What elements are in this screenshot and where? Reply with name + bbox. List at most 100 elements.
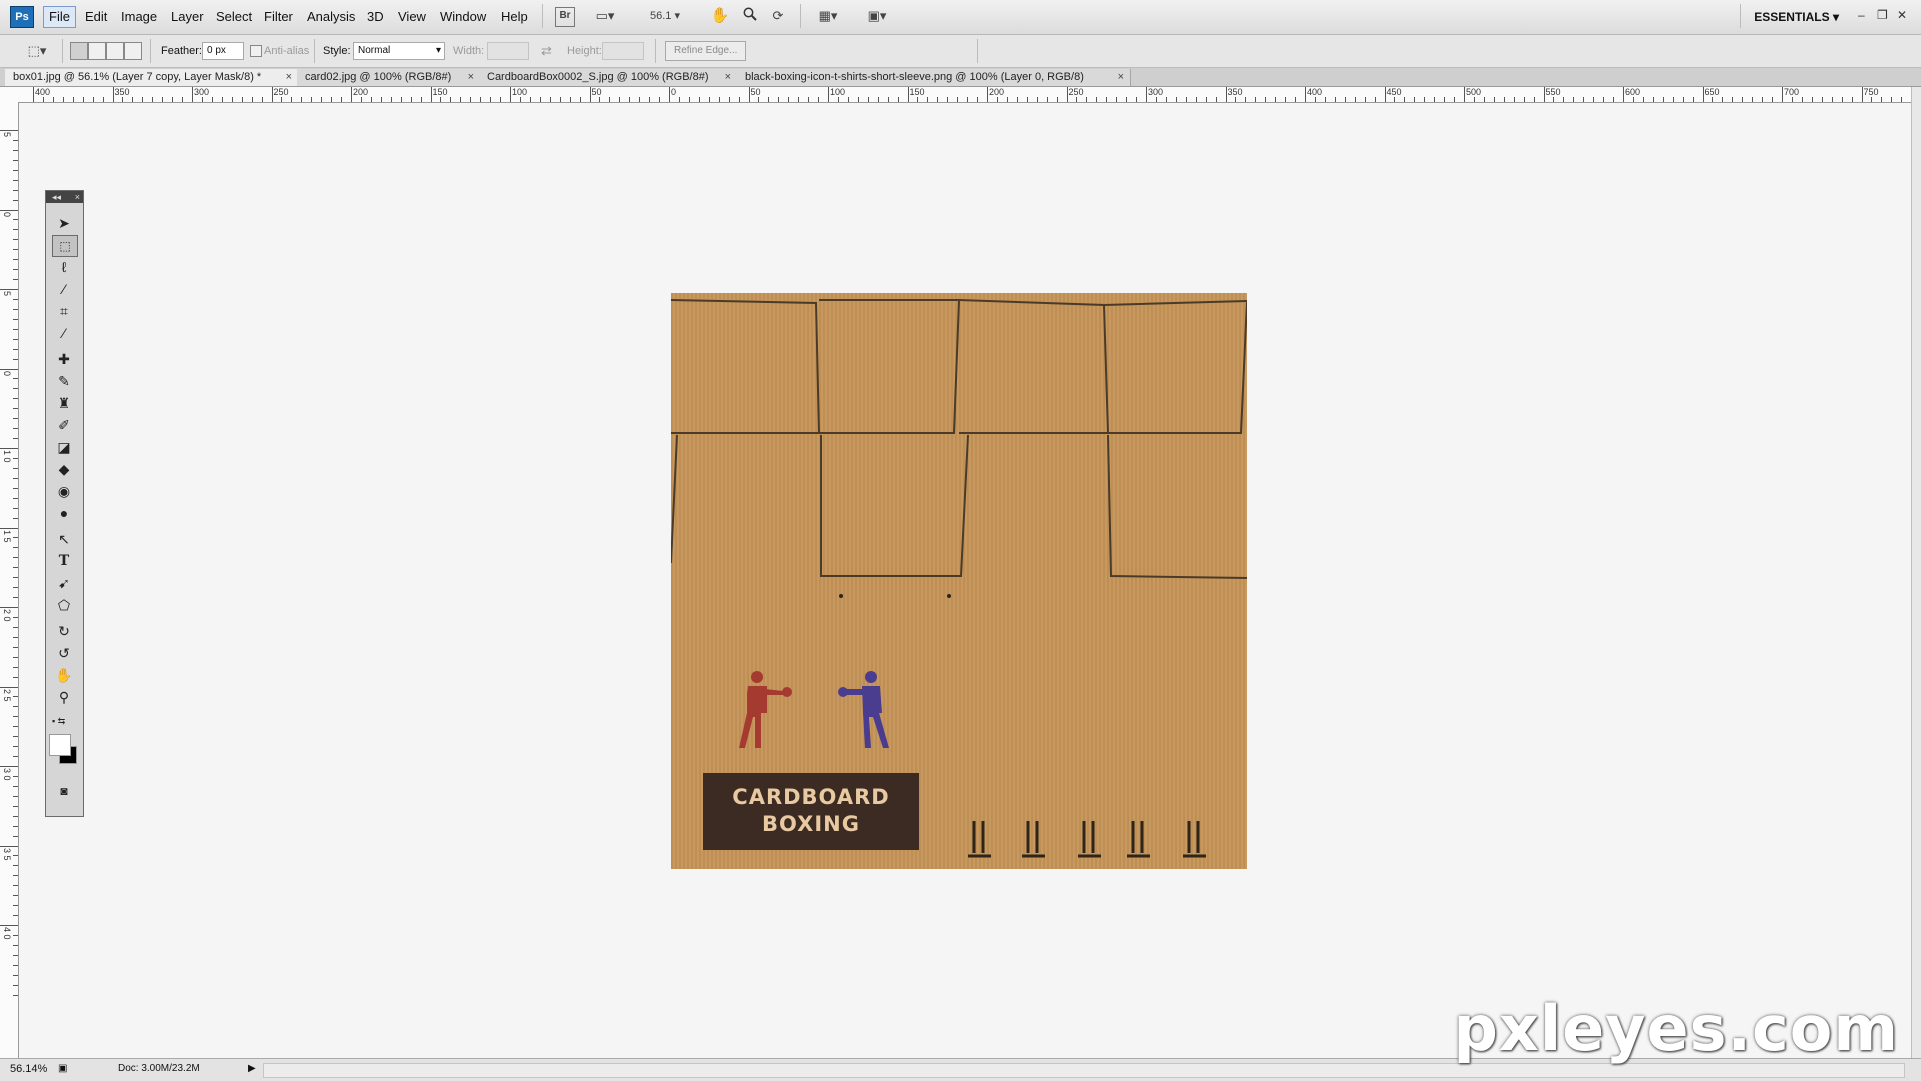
- minimize-icon[interactable]: –: [1858, 8, 1865, 22]
- vertical-ruler[interactable]: 5 0 5 0 1 0 1 5 2 0 2 5 3 0 3 5 4 0: [0, 102, 19, 1058]
- horizontal-scrollbar[interactable]: [263, 1063, 1905, 1078]
- workspace-switcher[interactable]: ESSENTIALS ▾: [1754, 10, 1839, 24]
- brush-tool-icon[interactable]: ✎: [52, 371, 76, 391]
- close-icon[interactable]: ×: [468, 69, 474, 86]
- subtract-selection-icon[interactable]: [106, 42, 124, 60]
- add-selection-icon[interactable]: [88, 42, 106, 60]
- ruler-minor-tick: [549, 97, 551, 102]
- 3d-orbit-tool-icon[interactable]: ↺: [52, 643, 76, 663]
- ruler-minor-tick: [1344, 97, 1346, 102]
- ruler-tick: [1305, 87, 1306, 102]
- collapse-icon[interactable]: ◂◂: [52, 192, 61, 202]
- dodge-tool-icon[interactable]: ●: [52, 503, 76, 523]
- ruler-minor-tick: [13, 656, 18, 658]
- foreground-color-swatch-top[interactable]: [49, 734, 71, 756]
- options-bar: ⬚▾ Feather: 0 px Anti-alias Style: Norma…: [0, 35, 1921, 68]
- menu-view[interactable]: View: [398, 9, 426, 24]
- screen-layout-icon[interactable]: ▭▾: [590, 7, 620, 25]
- close-icon[interactable]: ×: [725, 69, 731, 86]
- eyedropper-tool-icon[interactable]: ⁄: [52, 323, 76, 343]
- menu-file[interactable]: File: [43, 6, 76, 28]
- ruler-label: 2 0: [2, 609, 12, 622]
- menu-help[interactable]: Help: [501, 9, 528, 24]
- swap-icon[interactable]: ⇄: [541, 43, 552, 59]
- ruler-label: 0: [671, 87, 677, 97]
- bridge-icon[interactable]: Br: [555, 7, 575, 27]
- paint-bucket-tool-icon[interactable]: ◆: [52, 459, 76, 479]
- ruler-tick: [0, 686, 18, 688]
- rotate-view-icon[interactable]: ⟳: [768, 7, 788, 25]
- hand-tool-icon[interactable]: ✋: [52, 665, 76, 685]
- magic-wand-tool-icon[interactable]: ⁄: [52, 279, 76, 299]
- horizontal-ruler[interactable]: 400 350 300 250 200 150 100 50 0 50 100 150 200 250 30…: [18, 87, 1912, 103]
- ruler-minor-tick: [1881, 97, 1883, 102]
- crop-tool-icon[interactable]: ⌗: [52, 301, 76, 321]
- menu-image[interactable]: Image: [121, 9, 157, 24]
- 3d-rotate-tool-icon[interactable]: ↻: [52, 621, 76, 641]
- ruler-minor-tick: [281, 97, 283, 102]
- status-menu-arrow-icon[interactable]: ▶: [248, 1063, 256, 1074]
- style-select[interactable]: Normal ▾: [353, 42, 445, 60]
- quick-mask-icon[interactable]: ◙: [52, 781, 76, 801]
- move-tool-icon[interactable]: ➤: [52, 213, 76, 233]
- feather-input[interactable]: 0 px: [202, 42, 244, 60]
- ruler-minor-tick: [996, 97, 998, 102]
- ruler-label: 400: [1307, 87, 1323, 97]
- tab-boxing-icon[interactable]: black-boxing-icon-t-shirts-short-sleeve.…: [737, 69, 1131, 86]
- ruler-label: 300: [194, 87, 210, 97]
- height-input[interactable]: [602, 42, 644, 60]
- menu-layer[interactable]: Layer: [171, 9, 204, 24]
- zoom-tool-icon[interactable]: ⚲: [52, 687, 76, 707]
- menu-window[interactable]: Window: [440, 9, 486, 24]
- healing-brush-tool-icon[interactable]: ✚: [52, 349, 76, 369]
- new-selection-icon[interactable]: [70, 42, 88, 60]
- ruler-minor-tick: [13, 179, 18, 181]
- tools-panel-header[interactable]: ◂◂ ×: [46, 191, 83, 203]
- menu-edit[interactable]: Edit: [85, 9, 107, 24]
- ruler-origin[interactable]: [0, 87, 19, 103]
- zoom-readout[interactable]: 56.14%: [10, 1063, 47, 1075]
- eraser-tool-icon[interactable]: ◪: [52, 437, 76, 457]
- refine-edge-button[interactable]: Refine Edge...: [665, 41, 747, 61]
- antialias-checkbox[interactable]: [250, 45, 262, 57]
- ruler-minor-tick: [13, 279, 18, 281]
- info-icon[interactable]: ▣: [58, 1063, 67, 1074]
- menu-3d[interactable]: 3D: [367, 9, 384, 24]
- width-input[interactable]: [487, 42, 529, 60]
- menu-analysis[interactable]: Analysis: [307, 9, 355, 24]
- tab-card02[interactable]: card02.jpg @ 100% (RGB/8#) ×: [297, 69, 481, 86]
- tab-cardboardbox[interactable]: CardboardBox0002_S.jpg @ 100% (RGB/8#) ×: [479, 69, 738, 86]
- type-tool-icon[interactable]: T: [52, 551, 76, 571]
- marquee-preset-icon[interactable]: ⬚▾: [20, 42, 54, 60]
- clone-stamp-tool-icon[interactable]: ♜: [52, 393, 76, 413]
- default-colors-icon[interactable]: ▪ ⇆: [52, 711, 76, 731]
- ruler-minor-tick: [52, 97, 54, 102]
- restore-icon[interactable]: ❐: [1877, 8, 1888, 22]
- zoom-icon[interactable]: [740, 7, 760, 25]
- zoom-level-dropdown[interactable]: 56.1 ▾: [645, 7, 685, 25]
- intersect-selection-icon[interactable]: [124, 42, 142, 60]
- ruler-minor-tick: [13, 497, 18, 499]
- menu-select[interactable]: Select: [216, 9, 252, 24]
- ruler-minor-tick: [221, 97, 223, 102]
- path-selection-tool-icon[interactable]: ↖: [52, 529, 76, 549]
- arrange-documents-icon[interactable]: ▦▾: [812, 7, 844, 25]
- close-icon[interactable]: ×: [1118, 69, 1124, 86]
- history-brush-tool-icon[interactable]: ✐: [52, 415, 76, 435]
- screen-mode-icon[interactable]: ▣▾: [860, 7, 894, 25]
- close-icon[interactable]: ✕: [1897, 8, 1907, 22]
- blur-tool-icon[interactable]: ◉: [52, 481, 76, 501]
- custom-shape-tool-icon[interactable]: ⬠: [52, 595, 76, 615]
- ruler-minor-tick: [172, 97, 174, 102]
- vertical-scrollbar[interactable]: [1911, 87, 1921, 1058]
- menu-filter[interactable]: Filter: [264, 9, 293, 24]
- lasso-tool-icon[interactable]: ℓ: [52, 257, 76, 277]
- tab-box01[interactable]: box01.jpg @ 56.1% (Layer 7 copy, Layer M…: [5, 69, 299, 86]
- hand-icon[interactable]: ✋: [710, 7, 730, 25]
- close-icon[interactable]: ×: [75, 191, 80, 203]
- ruler-minor-tick: [1493, 97, 1495, 102]
- rectangular-marquee-tool-icon[interactable]: ⬚: [52, 235, 78, 257]
- direct-selection-tool-icon[interactable]: ➹: [52, 573, 76, 593]
- ruler-tick: [1384, 87, 1386, 102]
- close-icon[interactable]: ×: [286, 69, 292, 86]
